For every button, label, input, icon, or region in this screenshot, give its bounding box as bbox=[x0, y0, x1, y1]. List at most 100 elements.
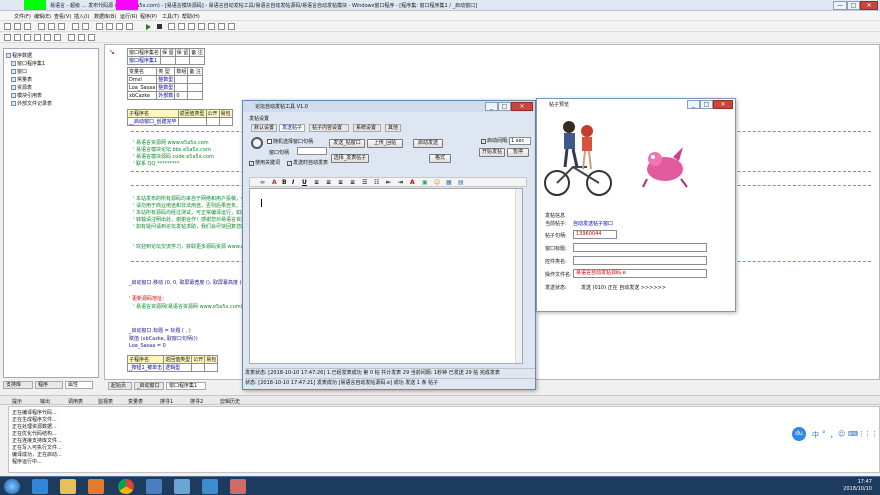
pause-button[interactable]: 暂停 bbox=[507, 148, 529, 157]
tree-item[interactable]: 模块引用表 bbox=[11, 92, 42, 99]
same-height-icon[interactable] bbox=[78, 34, 85, 41]
menu-help[interactable]: 帮助(H) bbox=[182, 13, 200, 20]
output-panel[interactable]: 正在编译程序代码... 正在生成程序文件... 正在处理资源数据... 正在优化… bbox=[8, 406, 880, 473]
table-icon[interactable]: ▦ bbox=[446, 179, 452, 186]
post-content-editor[interactable] bbox=[249, 188, 523, 364]
tab-system[interactable]: 系统设置 bbox=[353, 124, 381, 132]
tree-item[interactable]: 常量表 bbox=[11, 76, 32, 83]
select-post-button[interactable]: 选择_发表帖子 bbox=[331, 154, 369, 163]
tab-other[interactable]: 其他 bbox=[385, 124, 401, 132]
menu-program[interactable]: 程序(P) bbox=[140, 13, 157, 20]
baidu-ime-icon[interactable]: du bbox=[792, 427, 806, 441]
numbered-list-icon[interactable]: ☷ bbox=[374, 179, 379, 186]
tab-start-page[interactable]: 起始页 bbox=[108, 382, 132, 390]
ie-icon[interactable] bbox=[32, 479, 48, 494]
tab-send-post[interactable]: 发送帖子 bbox=[279, 124, 305, 132]
list-icon[interactable]: ☰ bbox=[362, 179, 367, 186]
tab-search2[interactable]: 搜寻2 bbox=[190, 398, 203, 405]
preview-minimize[interactable]: _ bbox=[687, 100, 700, 109]
menu-insert[interactable]: 插入(I) bbox=[74, 13, 89, 20]
image-icon[interactable]: ▣ bbox=[422, 179, 428, 186]
minimize-button[interactable]: — bbox=[833, 1, 847, 10]
copy-icon[interactable] bbox=[48, 23, 55, 30]
justify-icon[interactable]: ≡ bbox=[350, 179, 355, 186]
taskbar-clock[interactable]: 17:47 2018/10/10 bbox=[843, 479, 872, 493]
link-icon[interactable]: ∞ bbox=[260, 179, 265, 186]
layout-icon[interactable] bbox=[96, 23, 103, 30]
menu-file[interactable]: 文件(F) bbox=[14, 13, 31, 20]
format-button[interactable]: 格式 bbox=[429, 154, 451, 163]
align-bottom-icon[interactable] bbox=[54, 34, 61, 41]
media-icon[interactable] bbox=[88, 479, 104, 494]
app3-icon[interactable] bbox=[202, 479, 218, 494]
tab-calls[interactable]: 调用表 bbox=[68, 398, 83, 405]
ime-grid[interactable]: ⋮⋮ bbox=[864, 430, 878, 438]
ime-emoji[interactable]: ☺ bbox=[838, 430, 845, 438]
tab-search1[interactable]: 搜寻1 bbox=[160, 398, 173, 405]
interval-field[interactable]: 1 sec bbox=[509, 137, 531, 145]
menu-tools[interactable]: 工具(T) bbox=[162, 13, 179, 20]
outdent-icon[interactable]: ⇤ bbox=[386, 179, 391, 186]
step2-icon[interactable] bbox=[178, 23, 185, 30]
font-icon[interactable]: A bbox=[272, 179, 277, 186]
tab-assembly[interactable]: 窗口程序集1 bbox=[166, 382, 206, 390]
magnifier-icon[interactable] bbox=[251, 137, 263, 149]
start-button-icon[interactable] bbox=[4, 479, 20, 494]
chrome-icon[interactable] bbox=[118, 479, 134, 494]
code-view-icon[interactable]: ▤ bbox=[458, 179, 464, 186]
checkbox-random-handle[interactable]: 随机选择窗口句柄 bbox=[267, 138, 313, 145]
tab-vars[interactable]: 变量表 bbox=[128, 398, 143, 405]
run-icon[interactable] bbox=[146, 24, 151, 30]
indent-icon[interactable]: ⇥ bbox=[398, 179, 403, 186]
underline-icon[interactable]: U bbox=[302, 179, 307, 186]
align-right-text-icon[interactable]: ≡ bbox=[338, 179, 343, 186]
menu-view[interactable]: 查看(V) bbox=[54, 13, 71, 20]
tree-item[interactable]: 窗口程序集1 bbox=[11, 60, 45, 67]
preview-class-field[interactable] bbox=[573, 256, 707, 265]
preview-handle-field[interactable]: 13960044 bbox=[573, 230, 617, 239]
tab-property[interactable]: 属性 bbox=[65, 381, 93, 389]
step3-icon[interactable] bbox=[188, 23, 195, 30]
emoticon-icon[interactable]: ☺ bbox=[434, 179, 440, 186]
save-icon[interactable] bbox=[24, 23, 31, 30]
align-top-icon[interactable] bbox=[34, 34, 41, 41]
maximize-button[interactable]: □ bbox=[847, 1, 860, 10]
close-button[interactable]: ✕ bbox=[860, 1, 878, 10]
dialog-menu-label[interactable]: 发帖设置 bbox=[249, 115, 269, 122]
undo-icon[interactable] bbox=[72, 23, 79, 30]
ime-mode[interactable]: 中 bbox=[812, 430, 819, 440]
window-icon[interactable] bbox=[106, 23, 113, 30]
app4-icon[interactable] bbox=[230, 479, 246, 494]
bold-icon[interactable]: B bbox=[282, 179, 287, 186]
tab-content[interactable]: 帖子内容设置 bbox=[309, 124, 349, 132]
preview-file-field[interactable]: 易语言自动发帖源码.e bbox=[573, 269, 707, 278]
align-middle-icon[interactable] bbox=[44, 34, 51, 41]
dialog-minimize[interactable]: _ bbox=[485, 102, 498, 111]
align-center-text-icon[interactable]: ≡ bbox=[326, 179, 331, 186]
dialog-close[interactable]: ✕ bbox=[511, 102, 533, 111]
tab-clip-history[interactable]: 剪辑历史 bbox=[220, 398, 240, 405]
ime-keyboard[interactable]: ⌨ bbox=[848, 430, 858, 438]
app2-icon[interactable] bbox=[174, 479, 190, 494]
scrollbar[interactable] bbox=[515, 189, 522, 363]
ime-punct[interactable]: ， bbox=[830, 430, 837, 440]
tab-default[interactable]: 默认设置 bbox=[251, 124, 277, 132]
paste-icon[interactable] bbox=[58, 23, 65, 30]
preview-close[interactable]: ✕ bbox=[713, 100, 733, 109]
align-left-icon[interactable] bbox=[4, 34, 11, 41]
italic-icon[interactable]: I bbox=[292, 179, 294, 186]
align-center-icon[interactable] bbox=[14, 34, 21, 41]
window3-icon[interactable] bbox=[126, 23, 133, 30]
window-handle-field[interactable] bbox=[297, 147, 327, 155]
explorer-icon[interactable] bbox=[60, 479, 76, 494]
window2-icon[interactable] bbox=[116, 23, 123, 30]
tree-item[interactable]: 程序数据 bbox=[6, 52, 32, 59]
step6-icon[interactable] bbox=[218, 23, 225, 30]
app-icon[interactable] bbox=[146, 479, 162, 494]
menu-database[interactable]: 数据库(B) bbox=[94, 13, 116, 20]
tab-program[interactable]: 程序 bbox=[35, 381, 63, 389]
menu-run[interactable]: 运行(R) bbox=[120, 13, 137, 20]
tree-item[interactable]: 窗口 bbox=[11, 68, 27, 75]
step5-icon[interactable] bbox=[208, 23, 215, 30]
tab-hint[interactable]: 提示 bbox=[12, 398, 22, 405]
